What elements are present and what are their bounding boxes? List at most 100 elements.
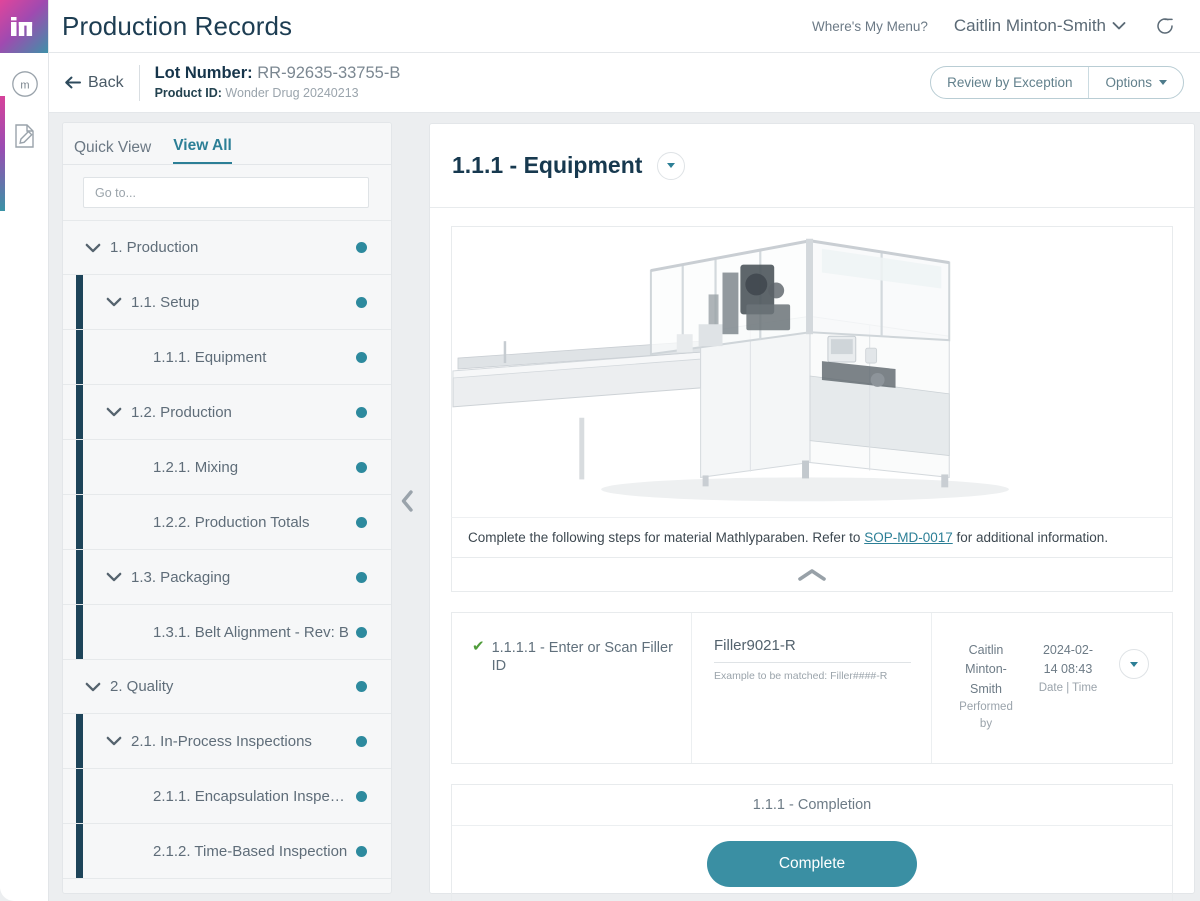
tree-node[interactable]: 2.1.2. Time-Based Inspection <box>63 824 391 879</box>
status-dot <box>356 626 367 638</box>
status-dot <box>356 516 367 528</box>
svg-text:m: m <box>20 80 29 92</box>
back-button[interactable]: Back <box>64 74 124 92</box>
tree-node-rail <box>76 330 83 384</box>
chevron-down-icon <box>85 243 101 252</box>
section-body: Complete the following steps for materia… <box>430 226 1194 901</box>
chevron-down-icon[interactable] <box>106 733 122 749</box>
step-menu-button[interactable] <box>1119 649 1149 679</box>
tree-node[interactable]: 1.3. Packaging <box>63 550 391 605</box>
chevron-down-icon <box>106 297 122 307</box>
tree-node-rail <box>76 440 83 494</box>
rail-accent-bar <box>0 96 5 211</box>
chevron-down-icon[interactable] <box>85 240 101 256</box>
completion-section: 1.1.1 - Completion Complete <box>451 784 1173 901</box>
step-label: 1.1.1.1 - Enter or Scan Filler ID <box>491 640 673 675</box>
tree-node-rail <box>76 495 83 549</box>
tree-node-rail <box>76 769 83 823</box>
status-dot <box>356 406 367 418</box>
status-dot <box>356 242 367 253</box>
caret-down-icon <box>1130 661 1138 667</box>
status-dot <box>356 461 367 473</box>
product-id-value: Wonder Drug 20240213 <box>225 86 359 101</box>
header-actions: Where's My Menu? Caitlin Minton-Smith <box>812 13 1200 39</box>
chevron-down-icon <box>106 572 122 582</box>
caret-down-icon <box>1159 80 1167 85</box>
status-dot <box>356 351 367 363</box>
collapse-media-button[interactable] <box>451 558 1173 592</box>
tree-node-label: 1.3. Packaging <box>131 568 231 586</box>
status-dot <box>356 571 367 583</box>
status-dot <box>356 735 367 747</box>
tree-node-label: 1.1. Setup <box>131 293 200 311</box>
refresh-button[interactable] <box>1152 13 1178 39</box>
tree-node-rail <box>76 824 83 878</box>
tree-node-rail <box>76 605 83 659</box>
tree-node-label: 1.2. Production <box>131 403 232 421</box>
user-menu[interactable]: Caitlin Minton-Smith <box>954 16 1126 36</box>
tree-node[interactable]: 2.1. In-Process Inspections <box>63 714 391 769</box>
tab-quick-view[interactable]: Quick View <box>74 139 151 164</box>
tree-node[interactable]: 1.1.1. Equipment <box>63 330 391 385</box>
sop-link[interactable]: SOP-MD-0017 <box>864 530 953 545</box>
tree-node-label: 2.1.2. Time-Based Inspection <box>153 842 348 860</box>
tree-node-label: 1.1.1. Equipment <box>153 348 267 366</box>
navigation-tree-panel: Quick View View All 1. Production 1.1. Se… <box>62 122 392 894</box>
rail-records-button[interactable] <box>9 120 41 152</box>
tree-node[interactable]: 1.2. Production <box>63 385 391 440</box>
chevron-down-icon[interactable] <box>106 294 122 310</box>
datetime-label: Date | Time <box>1038 681 1098 694</box>
chevron-down-icon[interactable] <box>106 569 122 585</box>
chevron-down-icon <box>106 407 122 417</box>
status-dot <box>356 845 367 857</box>
brand-logo[interactable] <box>0 0 48 53</box>
arrow-left-icon <box>65 76 81 89</box>
chevron-up-icon <box>798 568 826 581</box>
complete-button[interactable]: Complete <box>707 840 917 887</box>
options-button[interactable]: Options <box>1088 67 1183 98</box>
performed-by-label: Performed by <box>959 701 1013 731</box>
performed-by-value: Caitlin Minton-Smith <box>965 643 1007 696</box>
lot-info-bar: Back Lot Number: RR-92635-33755-B Produc… <box>49 53 1200 113</box>
step-signature-cell: Caitlin Minton-Smith Performed by 2024-0… <box>932 613 1172 763</box>
tree-node-label: 1. Production <box>110 239 199 256</box>
instruction-post: for additional information. <box>952 530 1109 545</box>
top-header-bar: Production Records Where's My Menu? Cait… <box>49 0 1200 53</box>
tree-node[interactable]: 1.2.2. Production Totals <box>63 495 391 550</box>
datetime-block: 2024-02-14 08:43 Date | Time <box>1037 641 1099 697</box>
filler-id-hint: Example to be matched: Filler####-R <box>714 670 888 682</box>
page-title: Production Records <box>62 10 293 41</box>
step-label-cell: ✔ 1.1.1.1 - Enter or Scan Filler ID <box>452 613 692 763</box>
sidebar-collapse-handle[interactable] <box>396 485 418 517</box>
filler-id-input[interactable]: Filler9021-R <box>714 637 911 663</box>
chevron-down-icon[interactable] <box>106 404 122 420</box>
tree-tabs: Quick View View All <box>63 123 391 165</box>
tree-node[interactable]: 1. Production <box>63 221 391 275</box>
section-menu-button[interactable] <box>657 151 686 180</box>
tree-node-label: 1.2.2. Production Totals <box>153 513 310 531</box>
tree-node[interactable]: 1.2.1. Mixing <box>63 440 391 495</box>
tree-node-spacer <box>128 843 144 859</box>
status-dot <box>356 296 367 308</box>
chevron-down-icon[interactable] <box>85 679 101 695</box>
tree-node[interactable]: 2. Quality <box>63 660 391 714</box>
goto-search-input[interactable] <box>83 177 369 208</box>
completion-body: Complete <box>452 826 1172 901</box>
tree-node[interactable]: 1.1. Setup <box>63 275 391 330</box>
back-label: Back <box>88 73 124 91</box>
tree-node[interactable]: 2.1.1. Encapsulation Inspect... <box>63 769 391 824</box>
lot-divider <box>138 64 140 101</box>
step-value-cell[interactable]: Filler9021-R Example to be matched: Fill… <box>692 613 932 763</box>
section-title: 1.1.1 - Equipment <box>452 152 643 178</box>
lotbar-action-group: Review by Exception Options <box>930 66 1184 99</box>
wheres-my-menu-link[interactable]: Where's My Menu? <box>812 19 928 34</box>
rail-home-button[interactable]: m <box>9 68 41 100</box>
lot-number-label: Lot Number: <box>154 64 253 83</box>
instruction-text: Complete the following steps for materia… <box>451 517 1173 558</box>
refresh-icon <box>1157 18 1173 34</box>
review-by-exception-button[interactable]: Review by Exception <box>931 67 1088 98</box>
tab-view-all[interactable]: View All <box>173 137 232 164</box>
m-logo-icon <box>11 17 33 36</box>
tree-node-label: 2.1. In-Process Inspections <box>131 732 312 750</box>
tree-node[interactable]: 1.3.1. Belt Alignment - Rev: B <box>63 605 391 660</box>
